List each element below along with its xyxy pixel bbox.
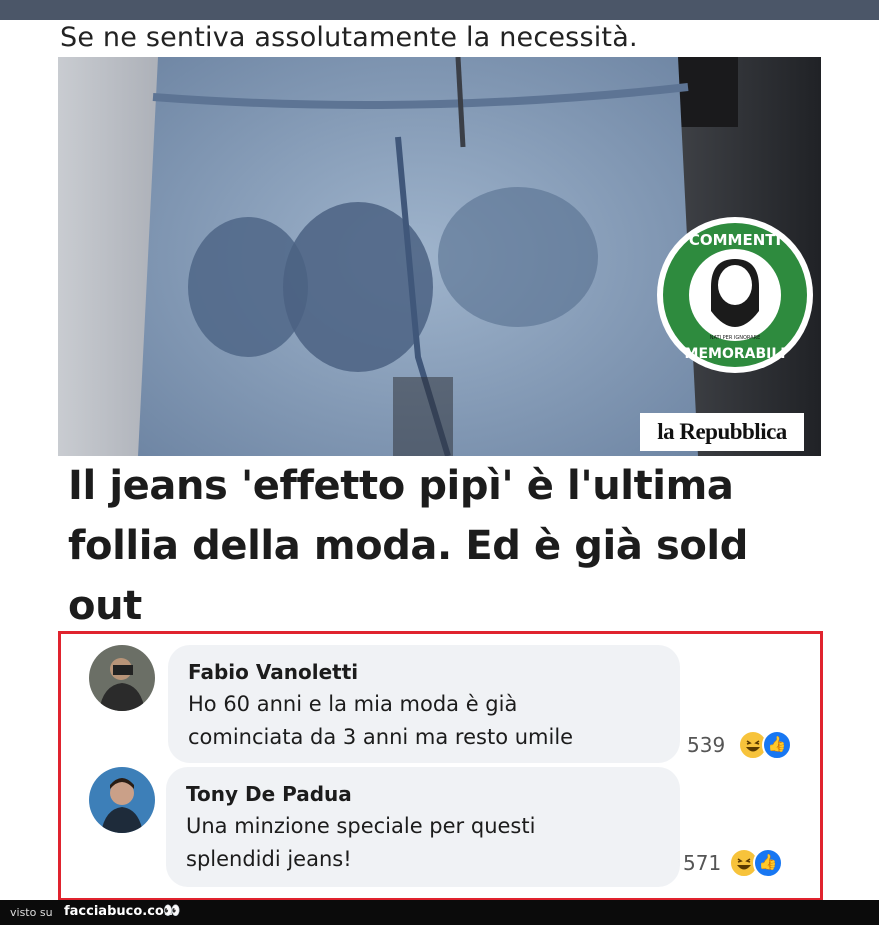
headline-line: out xyxy=(68,583,142,629)
avatar[interactable] xyxy=(89,767,155,833)
comment-text: Una minzione speciale per questi splendi… xyxy=(186,810,535,876)
comment-author[interactable]: Tony De Padua xyxy=(186,782,352,806)
commenti-memorabili-badge: COMMENTI MEMORABILI NATI PER IGNORARE xyxy=(655,215,815,375)
svg-text:NATI PER IGNORARE: NATI PER IGNORARE xyxy=(710,335,760,341)
footer-site-link[interactable]: facciabuco.com xyxy=(64,904,177,919)
comment-author[interactable]: Fabio Vanoletti xyxy=(188,660,358,684)
svg-text:COMMENTI: COMMENTI xyxy=(689,231,781,249)
reaction-count[interactable]: 539 xyxy=(687,733,725,757)
comment-bubble: Tony De Padua Una minzione speciale per … xyxy=(166,767,680,887)
like-icon[interactable]: 👍 xyxy=(753,848,783,878)
comment-text: Ho 60 anni e la mia moda è già cominciat… xyxy=(188,688,573,754)
reaction-count[interactable]: 571 xyxy=(683,851,721,875)
top-bar xyxy=(0,0,879,20)
footer-bar: visto su facciabuco.com 👀 xyxy=(0,900,879,925)
avatar[interactable] xyxy=(89,645,155,711)
headline-line: follia della moda. Ed è già sold xyxy=(68,523,748,569)
comment-line: Ho 60 anni e la mia moda è già xyxy=(188,692,518,716)
footer-visto-label: visto su xyxy=(10,906,53,919)
comment-bubble: Fabio Vanoletti Ho 60 anni e la mia moda… xyxy=(168,645,680,763)
source-logo: la Repubblica xyxy=(640,413,804,451)
headline-line: Il jeans 'effetto pipì' è l'ultima xyxy=(68,463,734,509)
like-icon[interactable]: 👍 xyxy=(762,730,792,760)
comments-highlight: Fabio Vanoletti Ho 60 anni e la mia moda… xyxy=(58,631,823,901)
comment-line: cominciata da 3 anni ma resto umile xyxy=(188,725,574,749)
post-caption: Se ne sentiva assolutamente la necessità… xyxy=(60,22,638,53)
comment-line: Una minzione speciale per questi xyxy=(186,814,536,838)
svg-text:MEMORABILI: MEMORABILI xyxy=(685,346,786,362)
headline: Il jeans 'effetto pipì' è l'ultima folli… xyxy=(68,456,828,636)
comment-line: splendidi jeans! xyxy=(186,847,352,871)
eyes-icon: 👀 xyxy=(163,903,181,919)
